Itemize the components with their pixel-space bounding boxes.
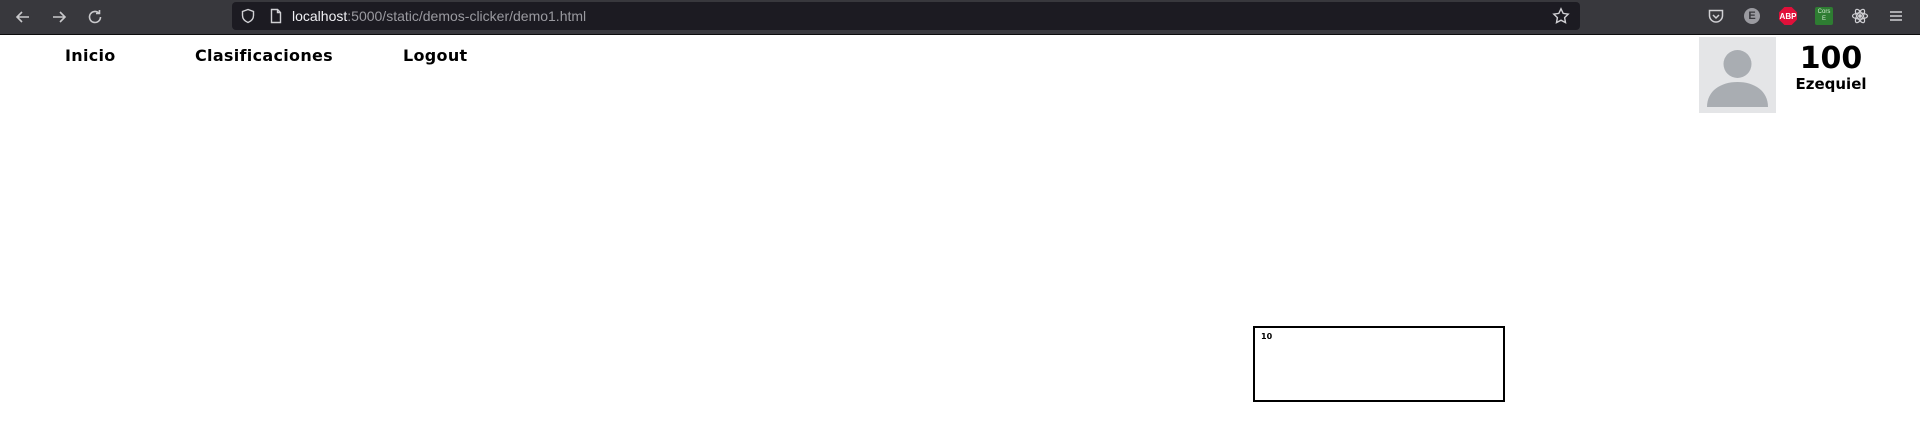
page-icon[interactable] <box>268 8 284 24</box>
back-button[interactable] <box>10 4 36 30</box>
nav-link-logout[interactable]: Logout <box>403 46 467 65</box>
cors-label: Cors <box>1817 9 1831 15</box>
extension-e-badge: E <box>1744 8 1760 24</box>
nav-link-clasificaciones[interactable]: Clasificaciones <box>195 46 333 65</box>
menu-icon[interactable] <box>1886 6 1906 26</box>
cors-sub-label: E <box>1821 16 1826 22</box>
page-content: Inicio Clasificaciones Logout 100 Ezequi… <box>0 36 1920 425</box>
pocket-icon[interactable] <box>1706 6 1726 26</box>
url-text[interactable]: localhost:5000/static/demos-clicker/demo… <box>292 2 586 30</box>
nav-link-inicio[interactable]: Inicio <box>65 46 116 65</box>
user-silhouette-icon <box>1707 50 1768 107</box>
adblock-plus-badge: ABP <box>1779 7 1797 25</box>
forward-button[interactable] <box>46 4 72 30</box>
bookmark-star-icon[interactable] <box>1552 7 1570 25</box>
adblock-plus-icon[interactable]: ABP <box>1778 6 1798 26</box>
user-name: Ezequiel <box>1795 75 1867 93</box>
user-score: 100 <box>1799 41 1863 76</box>
avatar <box>1699 37 1776 113</box>
address-bar[interactable]: localhost:5000/static/demos-clicker/demo… <box>232 2 1580 30</box>
cors-extension-icon[interactable]: Cors E <box>1814 6 1834 26</box>
shield-icon[interactable] <box>240 8 256 24</box>
url-path: :5000/static/demos-clicker/demo1.html <box>347 8 587 24</box>
browser-toolbar: localhost:5000/static/demos-clicker/demo… <box>0 0 1920 35</box>
reload-button[interactable] <box>82 4 108 30</box>
clicker-value: 10 <box>1261 332 1273 341</box>
url-host: localhost <box>292 8 348 24</box>
react-devtools-icon[interactable] <box>1850 6 1870 26</box>
clicker-box[interactable]: 10 <box>1253 326 1505 402</box>
extension-e-icon[interactable]: E <box>1742 6 1762 26</box>
